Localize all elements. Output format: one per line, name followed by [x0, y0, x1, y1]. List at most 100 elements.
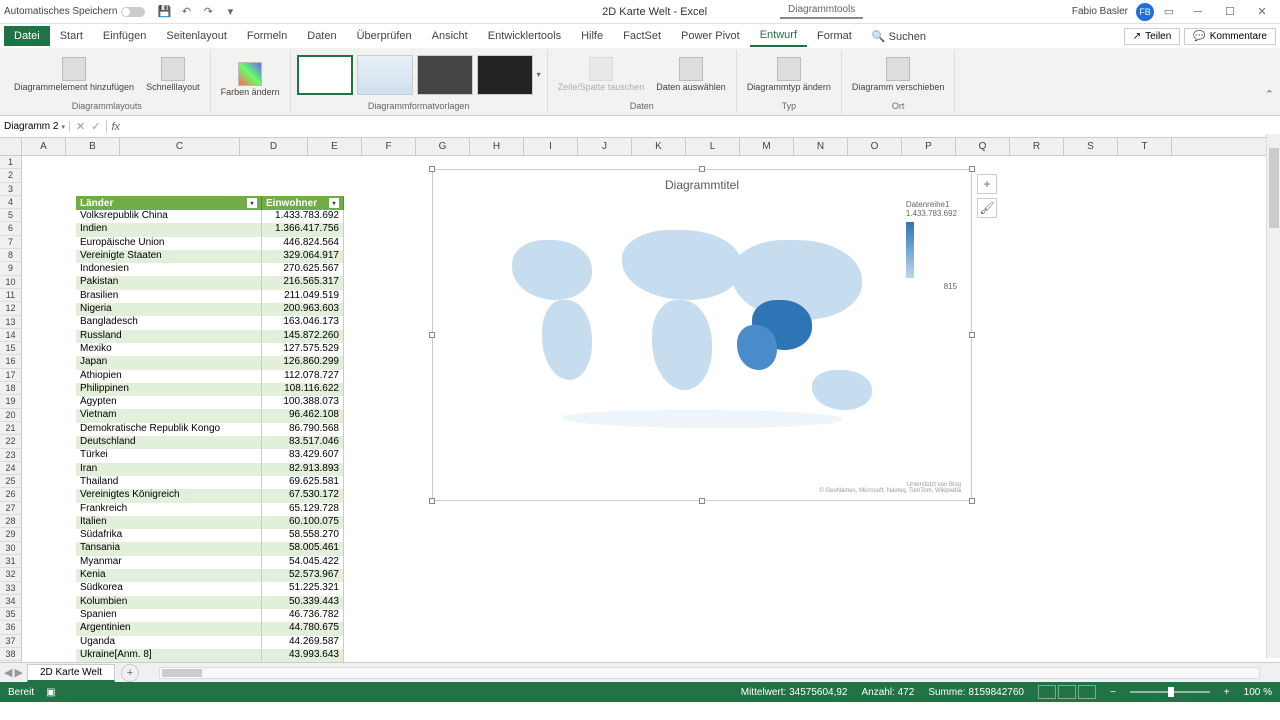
sheet-nav-next-icon[interactable]: ▶	[14, 666, 22, 679]
collapse-ribbon-icon[interactable]: ⌃	[1265, 88, 1274, 101]
table-row[interactable]: Europäische Union446.824.564	[76, 237, 344, 250]
row-header-34[interactable]: 34	[0, 595, 21, 608]
table-row[interactable]: Tansania58.005.461	[76, 542, 344, 555]
row-header-4[interactable]: 4	[0, 196, 21, 209]
row-header-21[interactable]: 21	[0, 422, 21, 435]
comments-button[interactable]: 💬 Kommentare	[1184, 28, 1276, 45]
col-header-K[interactable]: K	[632, 138, 686, 155]
horizontal-scrollbar[interactable]	[159, 667, 1260, 679]
col-header-P[interactable]: P	[902, 138, 956, 155]
col-header-L[interactable]: L	[686, 138, 740, 155]
row-header-13[interactable]: 13	[0, 316, 21, 329]
table-row[interactable]: Spanien46.736.782	[76, 609, 344, 622]
table-row[interactable]: Frankreich65.129.728	[76, 503, 344, 516]
add-sheet-button[interactable]: +	[121, 664, 139, 682]
col-header-A[interactable]: A	[22, 138, 66, 155]
chart-style-1[interactable]	[297, 55, 353, 95]
qat-dropdown-icon[interactable]: ▾	[223, 5, 237, 19]
ribbon-display-icon[interactable]: ▭	[1162, 5, 1176, 19]
table-row[interactable]: Südkorea51.225.321	[76, 582, 344, 595]
chart-elements-button[interactable]: +	[977, 174, 997, 194]
accept-formula-icon[interactable]: ✓	[91, 120, 100, 133]
resize-handle[interactable]	[969, 166, 975, 172]
col-header-H[interactable]: H	[470, 138, 524, 155]
cancel-formula-icon[interactable]: ✕	[76, 120, 85, 133]
zoom-slider[interactable]	[1130, 691, 1210, 693]
table-row[interactable]: Südafrika58.558.270	[76, 529, 344, 542]
row-header-32[interactable]: 32	[0, 568, 21, 581]
chart-object[interactable]: Diagrammtitel Datenreihe1 1.433.783.692 …	[432, 169, 972, 501]
table-row[interactable]: Ägypten100.388.073	[76, 396, 344, 409]
chart-styles-button[interactable]: 🖌	[977, 198, 997, 218]
table-row[interactable]: Kolumbien50.339.443	[76, 596, 344, 609]
undo-icon[interactable]: ↶	[179, 5, 193, 19]
col-header-J[interactable]: J	[578, 138, 632, 155]
col-header-Q[interactable]: Q	[956, 138, 1010, 155]
view-page-layout-button[interactable]	[1058, 685, 1076, 699]
tab-formeln[interactable]: Formeln	[237, 26, 297, 46]
tab-überprüfen[interactable]: Überprüfen	[347, 26, 422, 46]
resize-handle[interactable]	[969, 498, 975, 504]
row-header-3[interactable]: 3	[0, 183, 21, 196]
table-row[interactable]: Deutschland83.517.046	[76, 436, 344, 449]
row-header-5[interactable]: 5	[0, 209, 21, 222]
table-row[interactable]: Brasilien211.049.519	[76, 290, 344, 303]
tab-start[interactable]: Start	[50, 26, 93, 46]
chart-style-3[interactable]	[417, 55, 473, 95]
quick-layout-button[interactable]: Schnelllayout	[142, 55, 204, 95]
view-page-break-button[interactable]	[1078, 685, 1096, 699]
table-header-country[interactable]: Länder ▾	[76, 196, 262, 210]
resize-handle[interactable]	[429, 498, 435, 504]
map-plot-area[interactable]	[502, 210, 902, 430]
table-row[interactable]: Äthiopien112.078.727	[76, 370, 344, 383]
resize-handle[interactable]	[969, 332, 975, 338]
row-header-28[interactable]: 28	[0, 515, 21, 528]
resize-handle[interactable]	[429, 166, 435, 172]
row-header-9[interactable]: 9	[0, 262, 21, 275]
row-header-10[interactable]: 10	[0, 276, 21, 289]
vertical-scrollbar[interactable]	[1266, 134, 1280, 658]
row-header-35[interactable]: 35	[0, 608, 21, 621]
table-header-population[interactable]: Einwohner ▾	[262, 196, 344, 210]
chart-style-4[interactable]	[477, 55, 533, 95]
chart-title[interactable]: Diagrammtitel	[433, 170, 971, 200]
filter-icon[interactable]: ▾	[247, 198, 257, 208]
row-header-16[interactable]: 16	[0, 355, 21, 368]
table-row[interactable]: Ukraine[Anm. 8]43.993.643	[76, 649, 344, 662]
tab-power pivot[interactable]: Power Pivot	[671, 26, 750, 46]
view-normal-button[interactable]	[1038, 685, 1056, 699]
chart-legend[interactable]: Datenreihe1 1.433.783.692 815	[906, 200, 957, 291]
row-header-22[interactable]: 22	[0, 435, 21, 448]
select-all-corner[interactable]	[0, 138, 22, 155]
table-row[interactable]: Türkei83.429.607	[76, 449, 344, 462]
resize-handle[interactable]	[699, 166, 705, 172]
table-row[interactable]: Bangladesch163.046.173	[76, 316, 344, 329]
add-chart-element-button[interactable]: Diagrammelement hinzufügen	[10, 55, 138, 95]
tab-entwicklertools[interactable]: Entwicklertools	[478, 26, 571, 46]
col-header-T[interactable]: T	[1118, 138, 1172, 155]
switch-row-col-button[interactable]: Zeile/Spalte tauschen	[554, 55, 649, 95]
row-header-12[interactable]: 12	[0, 302, 21, 315]
change-colors-button[interactable]: Farben ändern	[217, 60, 284, 100]
share-button[interactable]: ↗ Teilen	[1124, 28, 1181, 45]
table-row[interactable]: Uganda44.269.587	[76, 636, 344, 649]
zoom-in-button[interactable]: +	[1224, 687, 1230, 698]
sheet-nav-prev-icon[interactable]: ◀	[4, 666, 12, 679]
tab-ansicht[interactable]: Ansicht	[422, 26, 478, 46]
tab-factset[interactable]: FactSet	[613, 26, 671, 46]
col-header-E[interactable]: E	[308, 138, 362, 155]
user-avatar[interactable]: FB	[1136, 3, 1154, 21]
tab-seitenlayout[interactable]: Seitenlayout	[156, 26, 237, 46]
style-gallery-more-icon[interactable]: ▾	[537, 70, 541, 79]
row-header-31[interactable]: 31	[0, 555, 21, 568]
tab-format[interactable]: Format	[807, 26, 862, 46]
table-row[interactable]: Volksrepublik China1.433.783.692	[76, 210, 344, 223]
maximize-button[interactable]: ☐	[1216, 2, 1244, 22]
redo-icon[interactable]: ↷	[201, 5, 215, 19]
row-header-18[interactable]: 18	[0, 382, 21, 395]
col-header-D[interactable]: D	[240, 138, 308, 155]
row-header-29[interactable]: 29	[0, 528, 21, 541]
table-row[interactable]: Kenia52.573.967	[76, 569, 344, 582]
row-header-26[interactable]: 26	[0, 488, 21, 501]
table-row[interactable]: Vietnam96.462.108	[76, 409, 344, 422]
